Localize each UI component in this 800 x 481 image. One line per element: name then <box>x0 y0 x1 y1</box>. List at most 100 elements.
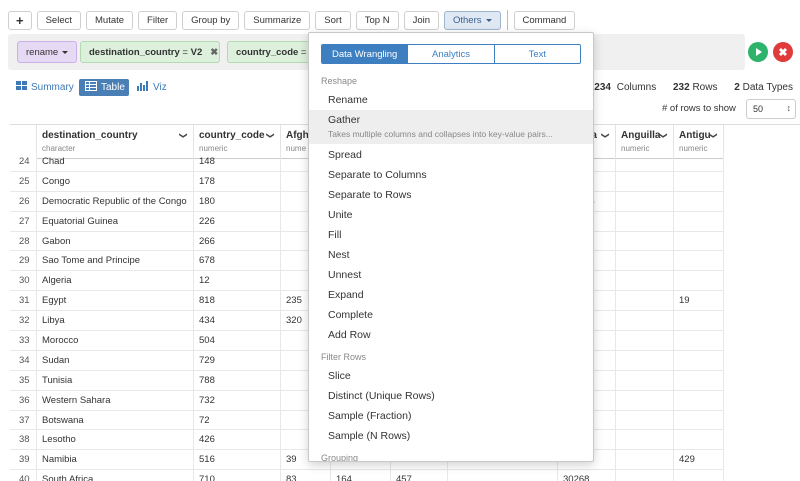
table-cell[interactable] <box>616 410 674 430</box>
table-cell[interactable]: 164 <box>331 470 391 481</box>
table-cell[interactable] <box>674 370 724 390</box>
table-cell[interactable] <box>674 171 724 191</box>
add-step-button[interactable]: + <box>8 10 32 30</box>
table-cell[interactable]: 788 <box>194 370 281 390</box>
table-cell[interactable] <box>616 211 674 231</box>
table-cell[interactable]: 710 <box>194 470 281 481</box>
menu-item-sample-fraction[interactable]: Sample (Fraction) <box>309 406 593 426</box>
summarize-button[interactable]: Summarize <box>244 10 311 30</box>
table-cell[interactable] <box>616 331 674 350</box>
table-cell[interactable] <box>674 311 724 331</box>
table-cell[interactable] <box>616 291 674 311</box>
table-cell[interactable]: Democratic Republic of the Congo <box>37 191 194 211</box>
table-cell[interactable]: 504 <box>194 331 281 350</box>
table-cell[interactable]: 19 <box>674 291 724 311</box>
table-cell[interactable] <box>616 171 674 191</box>
tab-table[interactable]: Table <box>79 79 129 96</box>
rename-pair-token[interactable]: destination_country = V2 ✖ <box>80 41 220 63</box>
table-cell[interactable]: 226 <box>194 211 281 231</box>
table-cell[interactable] <box>674 430 724 450</box>
tab-text[interactable]: Text <box>493 45 580 63</box>
tab-data-wrangling[interactable]: Data Wrangling <box>322 45 408 63</box>
menu-item-gather[interactable]: Gather Takes multiple columns and collap… <box>309 110 593 144</box>
table-cell[interactable] <box>674 331 724 350</box>
table-cell[interactable]: 516 <box>194 450 281 470</box>
table-cell[interactable]: 678 <box>194 251 281 271</box>
menu-item-nest[interactable]: Nest <box>309 245 593 265</box>
table-cell[interactable]: Namibia <box>37 450 194 470</box>
menu-item-add-row[interactable]: Add Row <box>309 325 593 345</box>
group-by-button[interactable]: Group by <box>182 10 240 30</box>
table-cell[interactable]: 180 <box>194 191 281 211</box>
select-button[interactable]: Select <box>36 10 81 30</box>
table-cell[interactable] <box>616 430 674 450</box>
table-cell[interactable]: Morocco <box>37 331 194 350</box>
close-icon[interactable]: ✖ <box>210 47 218 58</box>
table-cell[interactable]: South Africa <box>37 470 194 481</box>
chevron-down-icon[interactable]: ❯ <box>179 132 188 139</box>
chevron-down-icon[interactable]: ❯ <box>709 132 718 139</box>
table-cell[interactable]: Algeria <box>37 271 194 291</box>
table-cell[interactable] <box>616 251 674 271</box>
table-cell[interactable]: Sao Tome and Principe <box>37 251 194 271</box>
table-cell[interactable]: 729 <box>194 350 281 370</box>
table-cell[interactable]: 12 <box>194 271 281 291</box>
table-cell[interactable] <box>674 350 724 370</box>
table-cell[interactable]: Chad <box>37 152 194 171</box>
table-cell[interactable] <box>674 191 724 211</box>
menu-item-distinct[interactable]: Distinct (Unique Rows) <box>309 386 593 406</box>
rows-to-show-select[interactable]: 50 <box>746 99 796 119</box>
chevron-down-icon[interactable]: ❯ <box>659 132 668 139</box>
menu-item-slice[interactable]: Slice <box>309 366 593 386</box>
table-cell[interactable] <box>616 450 674 470</box>
table-cell[interactable] <box>674 470 724 481</box>
table-cell[interactable] <box>674 211 724 231</box>
chevron-down-icon[interactable]: ❯ <box>601 132 610 139</box>
menu-item-separate-to-rows[interactable]: Separate to Rows <box>309 185 593 205</box>
menu-item-spread[interactable]: Spread <box>309 145 593 165</box>
menu-item-complete[interactable]: Complete <box>309 305 593 325</box>
table-cell[interactable]: 429 <box>674 450 724 470</box>
table-cell[interactable]: Sudan <box>37 350 194 370</box>
table-cell[interactable]: 818 <box>194 291 281 311</box>
table-cell[interactable] <box>616 390 674 410</box>
table-cell[interactable]: 72 <box>194 410 281 430</box>
table-cell[interactable]: 148 <box>194 152 281 171</box>
command-button[interactable]: Command <box>513 10 576 30</box>
filter-button[interactable]: Filter <box>138 10 178 30</box>
tab-summary[interactable]: Summary <box>16 79 74 95</box>
table-cell[interactable]: 426 <box>194 430 281 450</box>
table-cell[interactable]: 30268 <box>558 470 616 481</box>
tab-viz[interactable]: Viz <box>137 79 167 95</box>
table-cell[interactable] <box>448 470 558 481</box>
sort-button[interactable]: Sort <box>315 10 351 30</box>
table-cell[interactable] <box>616 191 674 211</box>
table-cell[interactable] <box>616 350 674 370</box>
table-cell[interactable] <box>674 271 724 291</box>
table-cell[interactable] <box>616 370 674 390</box>
join-button[interactable]: Join <box>403 10 439 30</box>
table-cell[interactable]: 178 <box>194 171 281 191</box>
table-cell[interactable] <box>616 470 674 481</box>
table-cell[interactable] <box>616 271 674 291</box>
table-cell[interactable] <box>674 152 724 171</box>
table-cell[interactable]: Equatorial Guinea <box>37 211 194 231</box>
tab-analytics[interactable]: Analytics <box>407 45 494 63</box>
run-button[interactable] <box>748 42 768 62</box>
table-cell[interactable]: Tunisia <box>37 370 194 390</box>
rename-token[interactable]: rename <box>17 41 78 63</box>
table-cell[interactable]: Lesotho <box>37 430 194 450</box>
menu-item-fill[interactable]: Fill <box>309 225 593 245</box>
menu-item-unite[interactable]: Unite <box>309 205 593 225</box>
table-cell[interactable]: 83 <box>281 470 331 481</box>
table-cell[interactable] <box>674 410 724 430</box>
table-cell[interactable]: 457 <box>391 470 448 481</box>
table-cell[interactable] <box>674 251 724 271</box>
table-cell[interactable]: Egypt <box>37 291 194 311</box>
table-cell[interactable]: Botswana <box>37 410 194 430</box>
table-cell[interactable] <box>616 311 674 331</box>
menu-item-rename[interactable]: Rename <box>309 90 593 110</box>
table-cell[interactable]: 434 <box>194 311 281 331</box>
table-cell[interactable] <box>674 390 724 410</box>
table-cell[interactable]: Gabon <box>37 231 194 251</box>
